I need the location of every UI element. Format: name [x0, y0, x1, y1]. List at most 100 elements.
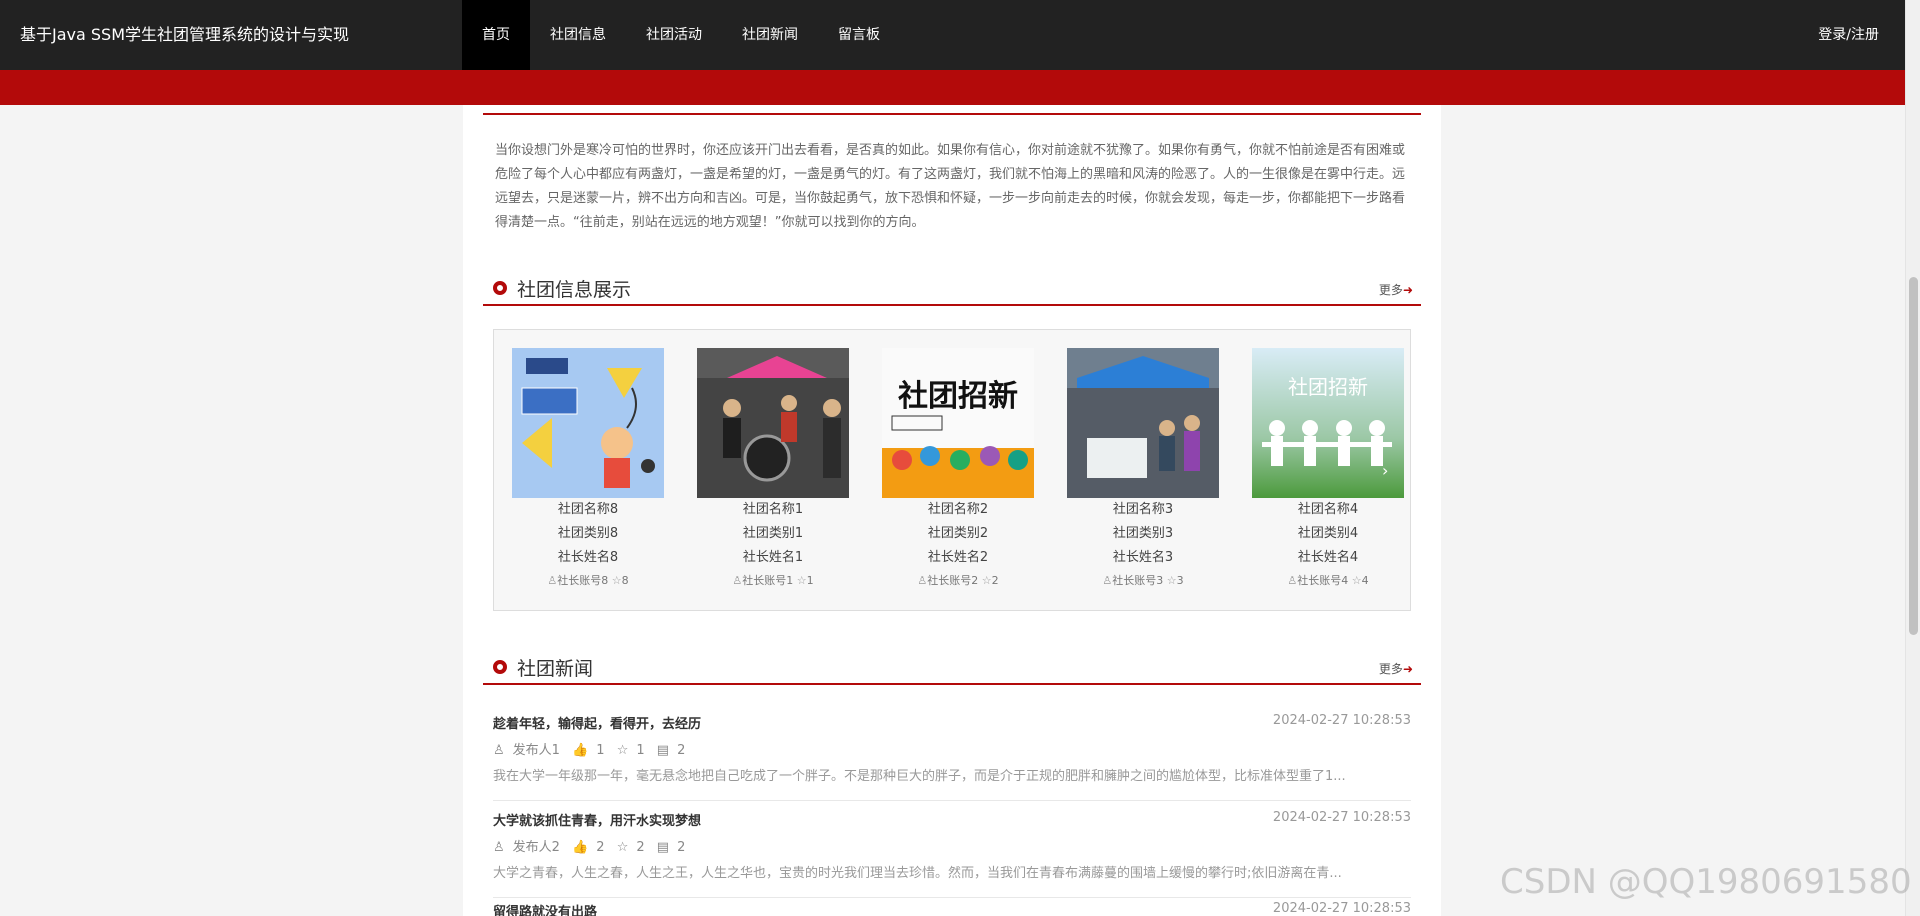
author-icon: ♙ — [493, 840, 505, 855]
header-red-band — [0, 70, 1905, 105]
news-favs: 1 — [636, 743, 645, 758]
main-content: 当你设想门外是寒冷可怕的世界时，你还应该开门出去看看，是否真的如此。如果你有信心… — [463, 105, 1441, 916]
club-leader: 社长姓名3 — [1112, 550, 1174, 565]
site-brand[interactable]: 基于Java SSM学生社团管理系统的设计与实现 — [20, 0, 349, 70]
user-icon: ♙ — [547, 574, 558, 587]
nav-home[interactable]: 首页 — [462, 0, 530, 70]
news-summary: 大学之青春，人生之春，人生之王，人生之华也，宝贵的时光我们理当去珍惜。然而，当我… — [493, 866, 1342, 881]
thumbs-up-icon: 👍 — [572, 840, 589, 855]
scrollbar-thumb[interactable] — [1909, 277, 1918, 635]
news-date: 2024-02-27 10:28:53 — [1272, 810, 1411, 825]
club-account: 社长账号1 — [742, 574, 794, 587]
club-meta: ♙社长账号2 ☆2 — [882, 570, 1034, 592]
star-icon: ☆ — [1166, 574, 1177, 587]
clubs-section-header: 社团信息展示 更多➜ — [483, 270, 1421, 306]
club-meta: ♙社长账号1 ☆1 — [697, 570, 849, 592]
user-icon: ♙ — [732, 574, 743, 587]
user-icon: ♙ — [1287, 574, 1298, 587]
club-stars: 4 — [1361, 574, 1369, 587]
news-meta: ♙ 发布人1 👍 1 ☆ 1 ▤ 2 — [493, 739, 693, 758]
club-leader: 社长姓名1 — [742, 550, 804, 565]
intro-paragraph: 当你设想门外是寒冷可怕的世界时，你还应该开门出去看看，是否真的如此。如果你有信心… — [495, 143, 1406, 230]
section-bullet-icon — [493, 660, 507, 674]
news-section-header: 社团新闻 更多➜ — [483, 649, 1421, 685]
club-name: 社团名称8 — [557, 502, 619, 517]
club-card[interactable]: 社团名称3 社团类别3 社长姓名3 ♙社长账号3 ☆3 — [1067, 348, 1219, 592]
user-icon: ♙ — [1102, 574, 1113, 587]
news-item[interactable]: 大学就该抓住青春，用汗水实现梦想 2024-02-27 10:28:53 ♙ 发布… — [493, 802, 1411, 898]
author-icon: ♙ — [493, 743, 505, 758]
club-image[interactable] — [1067, 348, 1219, 498]
news-title[interactable]: 留得路就没有出路 — [493, 901, 597, 916]
club-image[interactable] — [512, 348, 664, 498]
nav-club-activity[interactable]: 社团活动 — [626, 0, 722, 70]
club-image[interactable] — [697, 348, 849, 498]
news-title[interactable]: 趁着年轻，输得起，看得开，去经历 — [493, 713, 701, 732]
user-icon: ♙ — [917, 574, 928, 587]
news-likes: 1 — [596, 743, 605, 758]
login-register-link[interactable]: 登录/注册 — [1818, 0, 1879, 70]
club-meta: ♙社长账号4 ☆4 — [1252, 570, 1404, 592]
news-likes: 2 — [596, 840, 605, 855]
club-category: 社团类别8 — [557, 526, 619, 541]
club-card[interactable]: 社团名称1 社团类别1 社长姓名1 ♙社长账号1 ☆1 — [697, 348, 849, 592]
poster-text: 社团招新 — [898, 379, 1018, 414]
club-meta: ♙社长账号3 ☆3 — [1067, 570, 1219, 592]
news-title[interactable]: 大学就该抓住青春，用汗水实现梦想 — [493, 810, 701, 829]
news-author: 发布人1 — [512, 743, 560, 758]
section-divider — [483, 113, 1421, 115]
club-category: 社团类别4 — [1297, 526, 1359, 541]
club-stars: 8 — [621, 574, 629, 587]
nav-club-news[interactable]: 社团新闻 — [722, 0, 818, 70]
star-icon: ☆ — [616, 840, 629, 855]
club-leader: 社长姓名2 — [927, 550, 989, 565]
top-navbar: 基于Java SSM学生社团管理系统的设计与实现 首页 社团信息 社团活动 社团… — [0, 0, 1905, 70]
club-stars: 2 — [991, 574, 999, 587]
club-meta: ♙社长账号8 ☆8 — [512, 570, 664, 592]
news-author: 发布人2 — [512, 840, 560, 855]
page-scrollbar[interactable] — [1905, 0, 1920, 916]
news-comments: 2 — [677, 743, 686, 758]
main-nav: 首页 社团信息 社团活动 社团新闻 留言板 — [462, 0, 900, 70]
thumbs-up-icon: 👍 — [572, 743, 589, 758]
club-card[interactable]: 社团名称8 社团类别8 社长姓名8 ♙社长账号8 ☆8 — [512, 348, 664, 592]
news-item[interactable]: 留得路就没有出路 2024-02-27 10:28:53 — [493, 899, 1411, 916]
club-name: 社团名称2 — [927, 502, 989, 517]
club-leader: 社长姓名8 — [557, 550, 619, 565]
club-card[interactable]: 社团招新 › 社团名称4 社团类别4 社长姓名4 ♙社长账号4 ☆4 — [1252, 348, 1404, 592]
club-card[interactable]: 社团招新 社团名称2 社团类别2 社长姓名2 ♙社长账号2 ☆2 — [882, 348, 1034, 592]
club-category: 社团类别2 — [927, 526, 989, 541]
club-image[interactable]: 社团招新 › — [1252, 348, 1404, 498]
club-image[interactable]: 社团招新 — [882, 348, 1034, 498]
news-date: 2024-02-27 10:28:53 — [1272, 713, 1411, 728]
club-account: 社长账号4 — [1297, 574, 1349, 587]
news-more-link[interactable]: 更多➜ — [1379, 660, 1413, 677]
news-section-title: 社团新闻 — [517, 658, 594, 680]
club-name: 社团名称3 — [1112, 502, 1174, 517]
club-stars: 3 — [1176, 574, 1184, 587]
clubs-carousel: 社团名称8 社团类别8 社长姓名8 ♙社长账号8 ☆8 社团名称1 社团类别1 … — [493, 329, 1411, 611]
comment-icon: ▤ — [656, 840, 670, 855]
club-leader: 社长姓名4 — [1297, 550, 1359, 565]
club-account: 社长账号2 — [927, 574, 979, 587]
arrow-right-icon: ➜ — [1402, 662, 1413, 676]
club-account: 社长账号8 — [557, 574, 609, 587]
club-account: 社长账号3 — [1112, 574, 1164, 587]
more-label: 更多 — [1378, 283, 1403, 297]
news-item[interactable]: 趁着年轻，输得起，看得开，去经历 2024-02-27 10:28:53 ♙ 发布… — [493, 705, 1411, 801]
clubs-section-title: 社团信息展示 — [517, 279, 632, 301]
star-icon: ☆ — [611, 574, 622, 587]
nav-message-board[interactable]: 留言板 — [818, 0, 900, 70]
news-summary: 我在大学一年级那一年，毫无悬念地把自己吃成了一个胖子。不是那种巨大的胖子，而是介… — [493, 769, 1346, 784]
news-date: 2024-02-27 10:28:53 — [1272, 901, 1411, 916]
carousel-next-icon[interactable]: › — [1382, 461, 1388, 480]
news-favs: 2 — [636, 840, 645, 855]
csdn-watermark: CSDN @QQ1980691580 — [1500, 862, 1912, 902]
nav-club-info[interactable]: 社团信息 — [530, 0, 626, 70]
club-category: 社团类别3 — [1112, 526, 1174, 541]
clubs-more-link[interactable]: 更多➜ — [1379, 281, 1413, 298]
star-icon: ☆ — [796, 574, 807, 587]
poster-text: 社团招新 — [1288, 375, 1368, 399]
star-icon: ☆ — [981, 574, 992, 587]
news-meta: ♙ 发布人2 👍 2 ☆ 2 ▤ 2 — [493, 836, 693, 855]
